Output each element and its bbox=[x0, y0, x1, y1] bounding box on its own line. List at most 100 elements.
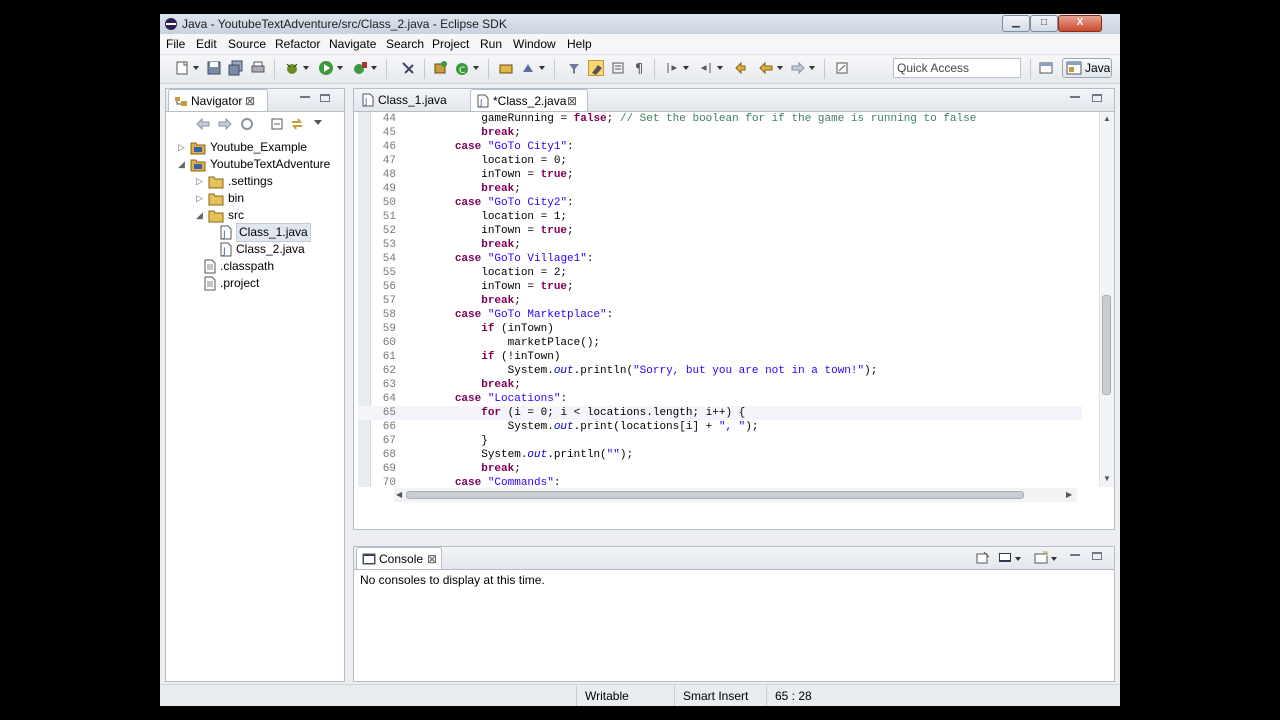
code-line[interactable]: 65 for (i = 0; i < locations.length; i++… bbox=[358, 406, 1082, 420]
scroll-right-icon[interactable]: ▶ bbox=[1066, 490, 1072, 499]
code-line[interactable]: 58 case "GoTo Marketplace": bbox=[358, 308, 1082, 322]
minimize-view-icon[interactable] bbox=[1070, 94, 1080, 98]
code-line[interactable]: 69 break; bbox=[358, 462, 1082, 476]
maximize-button[interactable]: □ bbox=[1030, 15, 1058, 32]
pin-console-icon[interactable] bbox=[976, 551, 990, 565]
tree-collapse-icon[interactable]: ◢ bbox=[196, 207, 206, 224]
minimize-view-icon[interactable] bbox=[1070, 552, 1080, 556]
last-edit-location-icon[interactable] bbox=[734, 60, 750, 76]
code-line[interactable]: 49 break; bbox=[358, 182, 1082, 196]
tree-expand-icon[interactable]: ▷ bbox=[196, 190, 206, 207]
menu-source[interactable]: Source bbox=[228, 37, 266, 51]
menu-project[interactable]: Project bbox=[432, 37, 469, 51]
code-line[interactable]: 48 inTown = true; bbox=[358, 168, 1082, 182]
code-line[interactable]: 68 System.out.println(""); bbox=[358, 448, 1082, 462]
chevron-down-icon[interactable] bbox=[809, 66, 815, 70]
code-line[interactable]: 57 break; bbox=[358, 294, 1082, 308]
collapse-all-icon[interactable] bbox=[270, 117, 284, 131]
close-button[interactable]: X bbox=[1058, 15, 1102, 32]
tab-class-2-java[interactable]: J *Class_2.java ⊠ bbox=[470, 89, 588, 111]
tab-navigator[interactable]: Navigator ⊠ bbox=[168, 89, 268, 111]
chevron-down-icon[interactable] bbox=[1015, 557, 1021, 561]
minimize-view-icon[interactable] bbox=[300, 94, 310, 98]
chevron-down-icon[interactable] bbox=[337, 66, 343, 70]
code-line[interactable]: 59 if (inTown) bbox=[358, 322, 1082, 336]
code-line[interactable]: 50 case "GoTo City2": bbox=[358, 196, 1082, 210]
chevron-down-icon[interactable] bbox=[777, 66, 783, 70]
pin-editor-icon[interactable] bbox=[834, 60, 850, 76]
horizontal-scroll-thumb[interactable] bbox=[406, 491, 1024, 499]
menu-refactor[interactable]: Refactor bbox=[275, 37, 320, 51]
save-all-icon[interactable] bbox=[228, 60, 244, 76]
code-line[interactable]: 52 inTown = true; bbox=[358, 224, 1082, 238]
editor-horizontal-scrollbar[interactable]: ◀ ▶ bbox=[394, 488, 1077, 502]
tree-collapse-icon[interactable]: ◢ bbox=[178, 156, 188, 173]
maximize-view-icon[interactable] bbox=[320, 94, 330, 102]
vertical-scroll-thumb[interactable] bbox=[1102, 295, 1111, 395]
chevron-down-icon[interactable] bbox=[539, 66, 545, 70]
chevron-down-icon[interactable] bbox=[1051, 557, 1057, 561]
chevron-down-icon[interactable] bbox=[717, 66, 723, 70]
chevron-down-icon[interactable] bbox=[303, 66, 309, 70]
chevron-down-icon[interactable] bbox=[193, 66, 199, 70]
show-whitespace-icon[interactable]: ¶ bbox=[632, 60, 648, 76]
link-with-editor-icon[interactable] bbox=[290, 117, 304, 131]
code-editor[interactable]: 44 gameRunning = false; // Set the boole… bbox=[358, 112, 1082, 487]
debug-icon[interactable] bbox=[284, 60, 300, 76]
code-line[interactable]: 63 break; bbox=[358, 378, 1082, 392]
forward-icon[interactable] bbox=[218, 117, 232, 131]
menu-window[interactable]: Window bbox=[513, 37, 556, 51]
code-line[interactable]: 54 case "GoTo Village1": bbox=[358, 252, 1082, 266]
toggle-highlight-icon[interactable] bbox=[588, 60, 604, 76]
forward-icon[interactable] bbox=[790, 60, 806, 76]
close-icon[interactable]: ⊠ bbox=[567, 94, 577, 108]
tab-console[interactable]: Console ⊠ bbox=[356, 547, 442, 569]
run-icon[interactable] bbox=[318, 60, 334, 76]
quick-access-input[interactable]: Quick Access bbox=[893, 58, 1021, 78]
scroll-left-icon[interactable]: ◀ bbox=[396, 490, 402, 499]
menu-help[interactable]: Help bbox=[567, 37, 592, 51]
code-line[interactable]: 67 } bbox=[358, 434, 1082, 448]
code-line[interactable]: 60 marketPlace(); bbox=[358, 336, 1082, 350]
minimize-button[interactable]: ▁ bbox=[1002, 15, 1030, 32]
next-annotation-icon[interactable] bbox=[664, 60, 680, 76]
skip-breakpoints-icon[interactable] bbox=[400, 60, 416, 76]
menu-file[interactable]: File bbox=[166, 37, 185, 51]
previous-annotation-icon[interactable] bbox=[698, 60, 714, 76]
code-line[interactable]: 45 break; bbox=[358, 126, 1082, 140]
back-icon[interactable] bbox=[758, 60, 774, 76]
close-icon[interactable]: ⊠ bbox=[427, 552, 437, 566]
code-line[interactable]: 61 if (!inTown) bbox=[358, 350, 1082, 364]
new-icon[interactable] bbox=[174, 60, 190, 76]
code-line[interactable]: 53 break; bbox=[358, 238, 1082, 252]
external-tools-icon[interactable] bbox=[352, 60, 368, 76]
up-icon[interactable] bbox=[240, 117, 254, 131]
java-perspective-button[interactable]: Java bbox=[1062, 58, 1112, 78]
editor-vertical-scrollbar[interactable]: ▲ ▼ bbox=[1099, 112, 1114, 487]
save-icon[interactable] bbox=[206, 60, 222, 76]
display-console-icon[interactable] bbox=[998, 551, 1012, 565]
toggle-mark-occurrences-icon[interactable] bbox=[566, 60, 582, 76]
tree-expand-icon[interactable]: ▷ bbox=[196, 173, 206, 190]
code-line[interactable]: 44 gameRunning = false; // Set the boole… bbox=[358, 112, 1082, 126]
chevron-down-icon[interactable] bbox=[683, 66, 689, 70]
open-type-icon[interactable] bbox=[498, 60, 514, 76]
view-menu-icon[interactable] bbox=[314, 120, 322, 125]
code-line[interactable]: 46 case "GoTo City1": bbox=[358, 140, 1082, 154]
scroll-up-icon[interactable]: ▲ bbox=[1103, 114, 1111, 123]
back-icon[interactable] bbox=[196, 117, 210, 131]
print-icon[interactable] bbox=[250, 60, 266, 76]
new-java-package-icon[interactable] bbox=[432, 60, 448, 76]
menu-navigate[interactable]: Navigate bbox=[329, 37, 376, 51]
maximize-view-icon[interactable] bbox=[1092, 94, 1102, 102]
menu-search[interactable]: Search bbox=[386, 37, 424, 51]
block-selection-icon[interactable] bbox=[610, 60, 626, 76]
menu-run[interactable]: Run bbox=[480, 37, 502, 51]
code-line[interactable]: 47 location = 0; bbox=[358, 154, 1082, 168]
menu-edit[interactable]: Edit bbox=[196, 37, 217, 51]
close-icon[interactable]: ⊠ bbox=[245, 94, 255, 108]
code-line[interactable]: 66 System.out.print(locations[i] + ", ")… bbox=[358, 420, 1082, 434]
chevron-down-icon[interactable] bbox=[371, 66, 377, 70]
code-line[interactable]: 55 location = 2; bbox=[358, 266, 1082, 280]
status-insert-mode[interactable]: Smart Insert bbox=[674, 685, 766, 706]
